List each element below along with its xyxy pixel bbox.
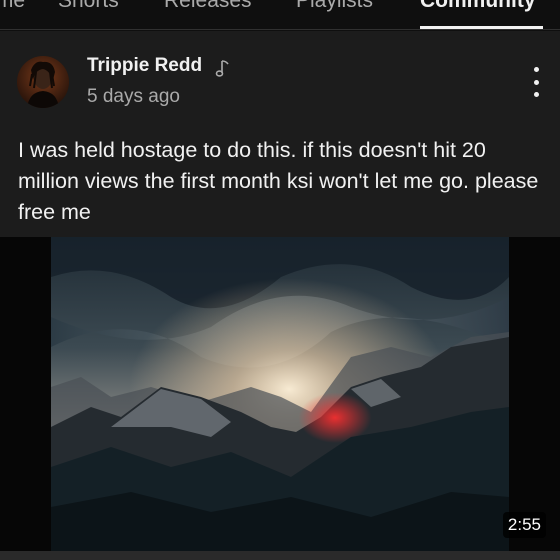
post-text: I was held hostage to do this. if this d…	[18, 138, 539, 224]
thumbnail-image	[51, 237, 509, 554]
post-video[interactable]: 2:55	[0, 237, 560, 560]
active-tab-indicator	[420, 26, 543, 29]
tab-shorts[interactable]: Shorts	[58, 0, 119, 13]
bottom-divider	[0, 551, 560, 560]
post-time: 5 days ago	[87, 86, 180, 107]
tab-home[interactable]: Home	[0, 0, 25, 13]
avatar-image	[17, 56, 69, 108]
tab-playlists[interactable]: Playlists	[296, 0, 373, 13]
video-duration-badge: 2:55	[502, 512, 546, 538]
community-post: Trippie Redd 5 days ago I was held hosta…	[0, 31, 560, 560]
tab-releases[interactable]: Releases	[164, 0, 252, 13]
avatar[interactable]	[17, 56, 69, 108]
tab-community[interactable]: Community	[420, 0, 536, 13]
channel-tabs: Home Shorts Releases Playlists Community	[0, 0, 560, 30]
more-vert-icon	[533, 67, 539, 72]
video-thumbnail[interactable]	[51, 237, 509, 554]
more-options-button[interactable]	[524, 67, 548, 97]
author-name[interactable]: Trippie Redd	[87, 55, 202, 77]
music-note-icon	[215, 60, 229, 77]
